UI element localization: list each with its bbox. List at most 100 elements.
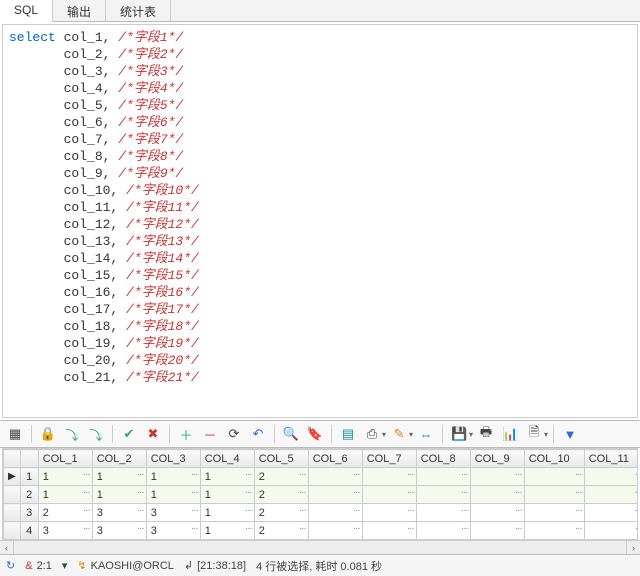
grid-cell[interactable]: ··· [308, 486, 362, 504]
grid-cell[interactable]: ··· [470, 504, 524, 522]
chevron-down-icon[interactable]: ▾ [409, 430, 413, 439]
grid-cell[interactable]: ··· [416, 504, 470, 522]
column-header[interactable]: COL_3 [146, 450, 200, 468]
fetch-page-icon[interactable]: ⤵ [61, 423, 83, 445]
edit-cell-icon[interactable]: ✎ [388, 423, 410, 445]
chevron-down-icon[interactable]: ▾ [469, 430, 473, 439]
scroll-left-icon[interactable]: ‹ [0, 541, 14, 555]
add-row-icon[interactable]: ＋ [175, 423, 197, 445]
sql-editor[interactable]: select col_1, /*字段1*/ col_2, /*字段2*/ col… [2, 24, 638, 418]
grid-cell[interactable]: ··· [362, 522, 416, 540]
grid-cell[interactable]: ··· [308, 504, 362, 522]
grid-cell[interactable]: 3··· [92, 504, 146, 522]
grid-cell[interactable]: 1··· [38, 486, 92, 504]
column-header[interactable]: COL_6 [308, 450, 362, 468]
column-header[interactable]: COL_7 [362, 450, 416, 468]
grid-cell[interactable]: ··· [470, 522, 524, 540]
tab-output[interactable]: 输出 [53, 0, 106, 21]
connection-label: KAOSHI@ORCL [91, 560, 174, 572]
link-icon[interactable]: ⇔ [415, 423, 437, 445]
grid-cell[interactable]: ··· [308, 522, 362, 540]
save-icon[interactable]: 💾 [448, 423, 470, 445]
grid-cell[interactable]: ··· [524, 504, 584, 522]
grid-cell[interactable]: ··· [524, 522, 584, 540]
chevron-down-icon[interactable]: ▾ [382, 430, 386, 439]
export-icon[interactable]: 🗎 [523, 423, 545, 445]
tab-stats[interactable]: 统计表 [106, 0, 171, 21]
column-header[interactable]: COL_9 [470, 450, 524, 468]
column-header[interactable]: COL_5 [254, 450, 308, 468]
delete-row-icon[interactable]: － [199, 423, 221, 445]
chart-icon[interactable]: 📊 [499, 423, 521, 445]
tab-sql[interactable]: SQL [0, 0, 53, 22]
separator [169, 425, 170, 443]
grid-cell[interactable]: ··· [470, 486, 524, 504]
result-grid[interactable]: COL_1COL_2COL_3COL_4COL_5COL_6COL_7COL_8… [3, 449, 638, 540]
grid-cell[interactable]: ··· [362, 504, 416, 522]
grid-cell[interactable]: ··· [470, 468, 524, 486]
grid-cell[interactable]: ··· [524, 468, 584, 486]
column-header[interactable]: COL_10 [524, 450, 584, 468]
grid-cell[interactable]: 2··· [38, 504, 92, 522]
scroll-right-icon[interactable]: › [626, 541, 640, 555]
grid-cell[interactable]: ··· [584, 486, 638, 504]
grid-cell[interactable]: ··· [584, 504, 638, 522]
grid-cell[interactable]: 3··· [92, 522, 146, 540]
grid-cell[interactable]: ··· [524, 486, 584, 504]
grid-cell[interactable]: ··· [416, 522, 470, 540]
find-icon[interactable]: 🔍 [280, 423, 302, 445]
grid-cell[interactable]: 2··· [254, 468, 308, 486]
grid-cell[interactable]: 1··· [92, 486, 146, 504]
row-pointer[interactable] [4, 504, 21, 522]
grid-cell[interactable]: 1··· [200, 522, 254, 540]
grid-cell[interactable]: 1··· [146, 468, 200, 486]
refresh-row-icon[interactable]: ⟳ [223, 423, 245, 445]
grid-cell[interactable]: 1··· [92, 468, 146, 486]
column-header[interactable]: COL_11 [584, 450, 638, 468]
column-header[interactable]: COL_4 [200, 450, 254, 468]
chevron-down-icon[interactable]: ▾ [544, 430, 548, 439]
grid-cell[interactable]: ··· [416, 468, 470, 486]
grid-cell[interactable]: ··· [584, 522, 638, 540]
grid-cell[interactable]: 3··· [38, 522, 92, 540]
grid-cell[interactable]: 2··· [254, 522, 308, 540]
fetch-all-icon[interactable]: ⤵ [85, 423, 107, 445]
row-number[interactable]: 3 [20, 504, 38, 522]
grid-cell[interactable]: 1··· [38, 468, 92, 486]
horizontal-scrollbar[interactable]: ‹ › [0, 540, 640, 554]
separator [553, 425, 554, 443]
grid-cell[interactable]: ··· [362, 486, 416, 504]
lock-icon[interactable]: 🔒 [37, 423, 59, 445]
grid-cell[interactable]: 3··· [146, 504, 200, 522]
undo-icon[interactable]: ↶ [247, 423, 269, 445]
grid-cell[interactable]: 1··· [146, 486, 200, 504]
column-header[interactable]: COL_2 [92, 450, 146, 468]
columns-icon[interactable]: ⎙ [361, 423, 383, 445]
bookmark-icon[interactable]: 🔖 [304, 423, 326, 445]
single-record-icon[interactable]: ▤ [337, 423, 359, 445]
grid-cell[interactable]: 1··· [200, 504, 254, 522]
grid-cell[interactable]: ··· [584, 468, 638, 486]
row-pointer[interactable] [4, 486, 21, 504]
grid-cell[interactable]: ··· [362, 468, 416, 486]
row-number[interactable]: 1 [20, 468, 38, 486]
grid-cell[interactable]: 1··· [200, 486, 254, 504]
grid-cell[interactable]: ··· [308, 468, 362, 486]
row-number[interactable]: 2 [20, 486, 38, 504]
grid-cell[interactable]: 1··· [200, 468, 254, 486]
grid-cell[interactable]: 2··· [254, 504, 308, 522]
row-pointer[interactable] [4, 522, 21, 540]
column-header[interactable]: COL_8 [416, 450, 470, 468]
row-number[interactable]: 4 [20, 522, 38, 540]
grid-cell[interactable]: ··· [416, 486, 470, 504]
grid-cell[interactable]: 3··· [146, 522, 200, 540]
column-header[interactable]: COL_1 [38, 450, 92, 468]
print-icon[interactable]: 🖶 [475, 423, 497, 445]
grid-view-icon[interactable]: ▦ [4, 423, 26, 445]
rollback-icon[interactable]: ✖ [142, 423, 164, 445]
filter-icon[interactable]: ▼ [559, 423, 581, 445]
grid-cell[interactable]: 2··· [254, 486, 308, 504]
row-header-blank [20, 450, 38, 468]
row-pointer[interactable]: ▶ [4, 468, 21, 486]
commit-icon[interactable]: ✔ [118, 423, 140, 445]
